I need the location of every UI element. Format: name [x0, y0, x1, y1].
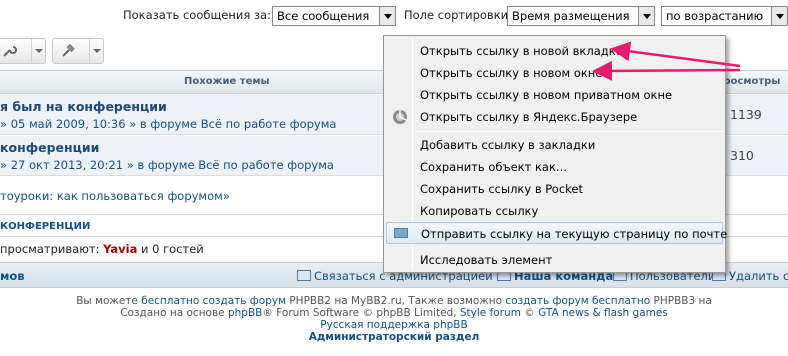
- topic-meta[interactable]: » 05 май 2009, 10:36 » в форуме Всё по р…: [0, 117, 336, 131]
- sort-field-label: Поле сортировки: [404, 8, 509, 22]
- topic-views: 310: [730, 148, 754, 163]
- sort-field-value: Время размещения: [512, 9, 630, 23]
- wrench-icon: [3, 46, 17, 57]
- chevron-down-icon: [89, 39, 103, 63]
- show-posts-select[interactable]: Все сообщения: [272, 6, 396, 26]
- copy-text: Создано на основе: [120, 307, 225, 319]
- sort-bar: Показать сообщения за: Все сообщения Пол…: [0, 0, 788, 34]
- menu-open-new-window[interactable]: Открыть ссылку в новом окне: [386, 62, 723, 84]
- menu-inspect-element[interactable]: Исследовать элемент: [386, 249, 723, 271]
- menu-item-label: Исследовать элемент: [420, 253, 553, 267]
- create-forum-link[interactable]: бесплатно создать форум: [141, 295, 286, 307]
- menu-open-private-window[interactable]: Открыть ссылку в новом приватном окне: [386, 84, 723, 106]
- gta-news-link[interactable]: GTA news & flash games: [538, 307, 668, 319]
- hammer-icon: [62, 44, 75, 57]
- yandex-browser-icon: [393, 110, 407, 124]
- menu-item-label: Отправить ссылку на текущую страницу по …: [421, 227, 728, 241]
- chevron-down-icon: [771, 7, 787, 25]
- footer-left-link[interactable]: мов: [0, 269, 25, 283]
- style-forum-link[interactable]: Style forum: [460, 307, 521, 319]
- copyright-line-2: Создано на основе phpBB® Forum Software …: [0, 307, 788, 319]
- phpbb-link[interactable]: phpBB: [228, 307, 262, 319]
- support-line: Русская поддержка phpBB: [0, 319, 788, 331]
- chevron-down-icon: [379, 7, 395, 25]
- mail-icon: [394, 228, 408, 238]
- viewers-suffix: и 0 гостей: [141, 242, 204, 256]
- context-menu: Открыть ссылку в новой вкладке Открыть с…: [383, 35, 727, 273]
- viewers-line: просматривают: Yavia и 0 гостей: [0, 242, 204, 256]
- copyright-line-1: Вы можете бесплатно создать форум PHPBB2…: [0, 295, 788, 307]
- moderation-button[interactable]: [52, 38, 104, 64]
- menu-item-label: Копировать ссылку: [420, 204, 539, 218]
- menu-send-link-email[interactable]: Отправить ссылку на текущую страницу по …: [386, 222, 727, 244]
- copy-text: PHPBB3 на: [653, 295, 712, 307]
- russian-support-link[interactable]: Русская поддержка phpBB: [320, 319, 467, 331]
- chevron-down-icon: [31, 39, 45, 63]
- topic-meta[interactable]: » 27 окт 2013, 20:21 » в форуме Всё по р…: [0, 158, 334, 172]
- menu-separator: [416, 246, 722, 247]
- sort-order-value: по возрастанию: [666, 9, 764, 23]
- menu-item-label: Открыть ссылку в новой вкладке: [420, 44, 623, 58]
- topic-title-link[interactable]: конференции: [0, 140, 99, 155]
- show-posts-value: Все сообщения: [277, 9, 370, 23]
- copy-text: ©: [524, 307, 535, 319]
- conference-section-title: КОНФЕРЕНЦИИ: [0, 221, 91, 232]
- chevron-down-icon: [638, 7, 654, 25]
- topic-title-link[interactable]: я был на конференции: [0, 99, 167, 114]
- tutorial-link[interactable]: тоуроки: как пользоваться форумом»: [0, 189, 230, 203]
- copy-text: PHPBB2 на MyBB2.ru, Также возможно: [289, 295, 503, 307]
- menu-separator: [416, 131, 722, 132]
- menu-bookmark-link[interactable]: Добавить ссылку в закладки: [386, 134, 723, 156]
- menu-open-yandex-browser[interactable]: Открыть ссылку в Яндекс.Браузере: [386, 106, 723, 128]
- sort-order-select[interactable]: по возрастанию: [661, 6, 788, 26]
- menu-item-label: Открыть ссылку в Яндекс.Браузере: [420, 110, 638, 124]
- topic-views: 1139: [730, 107, 762, 122]
- menu-copy-link[interactable]: Копировать ссылку: [386, 200, 723, 222]
- menu-item-label: Открыть ссылку в новом приватном окне: [420, 88, 673, 102]
- sort-field-select[interactable]: Время размещения: [507, 6, 655, 26]
- delete-cookies-label: Удалить c: [729, 269, 788, 283]
- tools-button[interactable]: [0, 38, 46, 64]
- copy-text: ® Forum Software © phpBB Limited,: [262, 307, 457, 319]
- menu-item-label: Открыть ссылку в новом окне: [420, 66, 603, 80]
- copy-text: Вы можете: [76, 295, 138, 307]
- admin-line: Администраторский раздел: [0, 331, 788, 343]
- menu-save-object[interactable]: Сохранить объект как...: [386, 156, 723, 178]
- admin-panel-link[interactable]: Администраторский раздел: [309, 331, 480, 343]
- viewer-user-link[interactable]: Yavia: [103, 242, 137, 256]
- menu-item-label: Добавить ссылку в закладки: [420, 138, 596, 152]
- menu-item-label: Сохранить объект как...: [420, 160, 567, 174]
- viewers-prefix: просматривают:: [0, 242, 100, 256]
- header-similar-topics: Похожие темы: [184, 76, 270, 87]
- show-posts-label: Показать сообщения за:: [123, 8, 271, 22]
- menu-open-new-tab[interactable]: Открыть ссылку в новой вкладке: [386, 40, 723, 62]
- mail-icon: [297, 270, 311, 281]
- menu-item-label: Сохранить ссылку в Pocket: [420, 182, 583, 196]
- menu-save-to-pocket[interactable]: Сохранить ссылку в Pocket: [386, 178, 723, 200]
- create-forum-free-link[interactable]: создать форум бесплатно: [505, 295, 650, 307]
